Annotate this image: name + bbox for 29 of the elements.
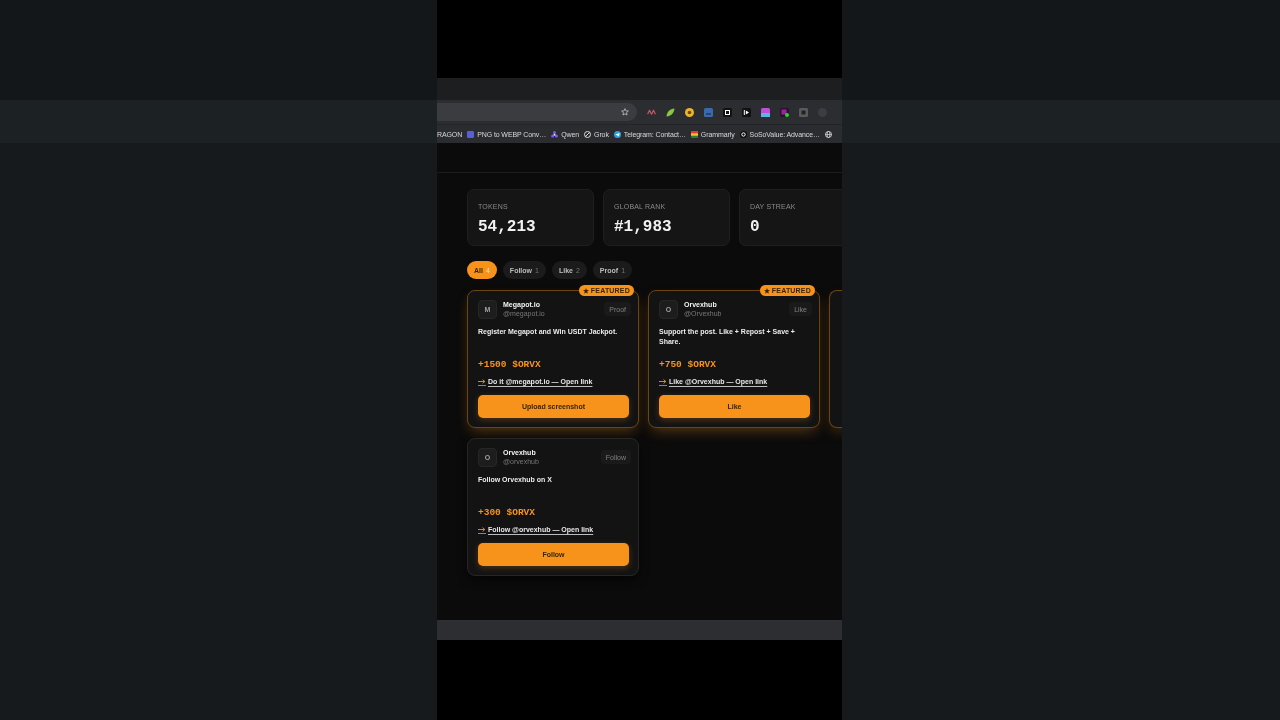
arrow-icon <box>478 526 486 534</box>
arrow-icon <box>659 378 667 386</box>
flower-icon <box>551 130 559 138</box>
address-field[interactable] <box>437 103 637 121</box>
reward-amount: +750 $ORVX <box>659 359 717 370</box>
disc-icon <box>739 130 747 138</box>
stripes-icon <box>690 130 698 138</box>
coin-icon[interactable] <box>685 107 694 117</box>
bookmark-link[interactable] <box>824 130 832 138</box>
stat-value: 0 <box>750 218 761 236</box>
arrow-icon <box>478 378 486 386</box>
reward-amount: +300 $ORVX <box>478 507 536 518</box>
badge-tile-icon[interactable] <box>780 107 789 117</box>
star-icon <box>763 287 770 294</box>
split-tile-icon[interactable] <box>761 107 770 117</box>
play-icon[interactable] <box>742 107 751 117</box>
star-icon <box>582 287 589 294</box>
globe-icon <box>824 130 832 138</box>
stat-value: #1,983 <box>614 218 673 236</box>
frame-icon[interactable] <box>723 107 732 117</box>
reward-amount: +1500 $ORVX <box>478 359 542 370</box>
star-icon[interactable] <box>621 108 629 116</box>
tile-icon[interactable] <box>704 107 713 117</box>
square-icon <box>467 130 475 138</box>
leaf-icon[interactable] <box>666 107 675 117</box>
zigzag-icon[interactable] <box>647 107 656 117</box>
ring-icon <box>584 130 592 138</box>
stat-value: 54,213 <box>478 218 537 236</box>
paper-plane-icon <box>613 130 621 138</box>
